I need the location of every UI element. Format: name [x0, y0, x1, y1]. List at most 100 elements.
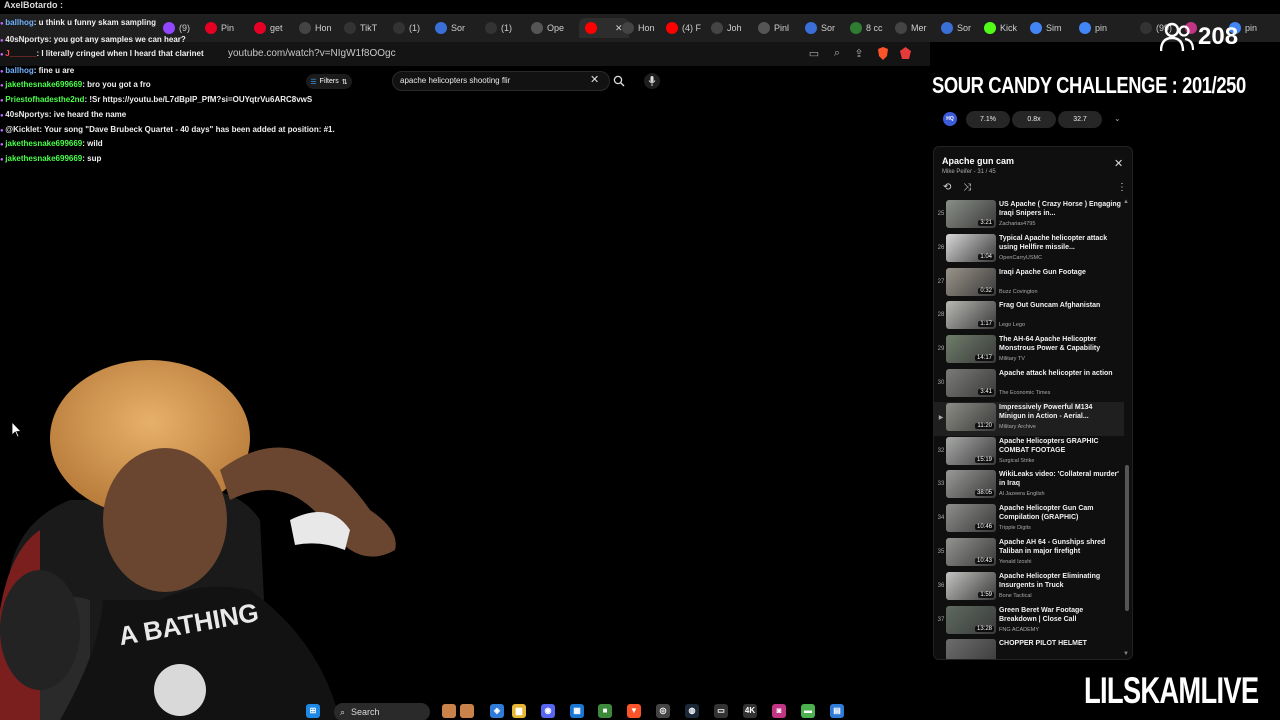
more-options-icon[interactable]: ⋮ — [1117, 182, 1127, 193]
video-thumbnail[interactable]: 1:04 — [946, 233, 996, 262]
playlist-item[interactable]: 36 1:59 Apache Helicopter Eliminating Insu… — [934, 571, 1124, 605]
video-thumbnail[interactable]: 14:17 — [946, 335, 996, 364]
browser-tab[interactable]: Sor — [941, 18, 971, 38]
video-channel[interactable]: FNG ACADEMY — [999, 627, 1039, 633]
playlist-item[interactable]: 30 3:41 Apache attack helicopter in action… — [934, 368, 1124, 402]
brave-icon[interactable]: ▼ — [627, 704, 641, 718]
brave-shield-icon[interactable] — [876, 47, 890, 61]
minecraft-icon[interactable]: ■ — [598, 704, 612, 718]
video-thumbnail[interactable]: 38:05 — [946, 470, 996, 499]
playlist-item[interactable]: CHOPPER PILOT HELMET — [934, 638, 1124, 659]
obs-icon[interactable]: ◎ — [656, 704, 670, 718]
playlist-item[interactable]: 35 10:43 Apache AH 64 - Gunships shred Tal… — [934, 537, 1124, 571]
video-thumbnail[interactable]: 3:41 — [946, 369, 996, 397]
video-channel[interactable]: Zacharias4795 — [999, 221, 1035, 227]
scroll-down-icon[interactable]: ▼ — [1123, 651, 1129, 657]
video-channel[interactable]: OpenCarryUSMC — [999, 255, 1042, 261]
browser-tab[interactable]: Hon — [299, 18, 332, 38]
browser-tab[interactable]: TikT — [344, 18, 377, 38]
rewards-icon[interactable] — [898, 47, 912, 61]
playlist-item[interactable]: 28 1:17 Frag Out Guncam Afghanistan Lego Le… — [934, 300, 1124, 334]
app-icon-2[interactable]: ▬ — [801, 704, 815, 718]
playlist-item[interactable]: 32 15:19 Apache Helicopters GRAPHIC COMBAT… — [934, 436, 1124, 470]
browser-tab[interactable]: Sor — [805, 18, 835, 38]
playlist-item[interactable]: ▶ 11:20 Impressively Powerful M134 Minigun… — [934, 401, 1124, 436]
playlist-scrollbar[interactable] — [1125, 465, 1129, 611]
video-title[interactable]: CHOPPER PILOT HELMET — [999, 639, 1121, 648]
microphone-icon[interactable] — [644, 73, 660, 89]
browser-tab[interactable]: get — [254, 18, 283, 38]
video-title[interactable]: Apache Helicopter Eliminating Insurgents… — [999, 572, 1121, 590]
video-title[interactable]: The AH-64 Apache Helicopter Monstrous Po… — [999, 335, 1121, 353]
copilot-icon[interactable]: ◈ — [490, 704, 504, 718]
browser-tab[interactable]: Hon — [622, 18, 655, 38]
discord-icon[interactable]: ◉ — [541, 704, 555, 718]
video-title[interactable]: Frag Out Guncam Afghanistan — [999, 301, 1121, 310]
browser-tab[interactable]: Joh — [711, 18, 742, 38]
playlist-item[interactable]: 34 10:46 Apache Helicopter Gun Cam Compila… — [934, 503, 1124, 537]
browser-tab[interactable]: (1) — [393, 18, 420, 38]
playlist-item[interactable]: 29 14:17 The AH-64 Apache Helicopter Monst… — [934, 334, 1124, 368]
playlist-item[interactable]: 37 13:28 Green Beret War Footage Breakdown… — [934, 605, 1124, 639]
loop-icon[interactable]: ⟲ — [943, 182, 951, 193]
windows-start-icon[interactable]: ⊞ — [306, 704, 320, 718]
video-thumbnail[interactable]: 3:21 — [946, 200, 996, 228]
video-channel[interactable]: The Economic Times — [999, 390, 1050, 396]
playlist-item[interactable]: 33 38:05 WikiLeaks video: 'Collateral murd… — [934, 469, 1124, 503]
video-channel[interactable]: Bone Tactical — [999, 593, 1032, 599]
browser-tab[interactable]: 8 cc — [850, 18, 883, 38]
instagram-icon[interactable]: ◙ — [772, 704, 786, 718]
store-icon[interactable]: ▦ — [570, 704, 584, 718]
clear-search-icon[interactable]: ✕ — [590, 73, 599, 86]
playlist-item[interactable]: 25 3:21 US Apache ( Crazy Horse ) Engaging… — [934, 199, 1124, 233]
video-title[interactable]: Typical Apache helicopter attack using H… — [999, 234, 1121, 252]
video-thumbnail[interactable]: 1:59 — [946, 571, 996, 600]
video-channel[interactable]: Buzz Covington — [999, 289, 1038, 295]
video-title[interactable]: Impressively Powerful M134 Minigun in Ac… — [999, 403, 1121, 421]
video-title[interactable]: Apache Helicopters GRAPHIC COMBAT FOOTAG… — [999, 437, 1121, 455]
video-thumbnail[interactable]: 1:17 — [946, 301, 996, 330]
video-thumbnail[interactable]: 10:43 — [946, 538, 996, 566]
widget-icon[interactable] — [442, 704, 456, 718]
browser-tab[interactable]: Mer — [895, 18, 927, 38]
video-thumbnail[interactable]: 15:19 — [946, 436, 996, 465]
share-icon[interactable]: ⇪ — [852, 47, 866, 61]
filters-button[interactable]: ☰ Filters ⇅ — [306, 74, 352, 89]
browser-tab[interactable]: Sim — [1030, 18, 1062, 38]
video-title[interactable]: Green Beret War Footage Breakdown | Clos… — [999, 606, 1121, 624]
playlist-item[interactable]: 27 0:32 Iraqi Apache Gun Footage Buzz Covin… — [934, 267, 1124, 301]
zoom-icon[interactable]: ⌕ — [830, 47, 844, 61]
video-channel[interactable]: Al Jazeera English — [999, 491, 1045, 497]
video-title[interactable]: Apache attack helicopter in action — [999, 369, 1121, 378]
app-icon[interactable]: ▭ — [714, 704, 728, 718]
video-title[interactable]: US Apache ( Crazy Horse ) Engaging Iraqi… — [999, 200, 1121, 218]
reader-mode-icon[interactable]: ▭ — [807, 47, 821, 61]
4k-icon[interactable]: 4K — [743, 704, 757, 718]
video-title[interactable]: Iraqi Apache Gun Footage — [999, 268, 1121, 277]
close-icon[interactable]: ✕ — [1114, 157, 1123, 170]
video-title[interactable]: WikiLeaks video: 'Collateral murder' in … — [999, 470, 1121, 488]
browser-tab[interactable]: (1) — [485, 18, 512, 38]
video-channel[interactable]: Surgical Strike — [999, 458, 1034, 464]
browser-tab[interactable]: Ope — [531, 18, 564, 38]
scroll-up-icon[interactable]: ▲ — [1123, 199, 1129, 205]
browser-tab[interactable]: Pin — [205, 18, 234, 38]
browser-tab[interactable]: (4) F — [666, 18, 701, 38]
file-explorer-icon[interactable]: ▆ — [512, 704, 526, 718]
video-thumbnail[interactable] — [946, 639, 996, 659]
browser-tab[interactable]: pin — [1079, 18, 1107, 38]
video-thumbnail[interactable]: 0:32 — [946, 267, 996, 296]
chevron-down-icon[interactable]: ⌄ — [1114, 114, 1121, 123]
steam-icon[interactable]: ◍ — [685, 704, 699, 718]
browser-tab[interactable]: Pinl — [758, 18, 789, 38]
search-icon[interactable] — [613, 74, 625, 87]
video-title[interactable]: Apache AH 64 - Gunships shred Taliban in… — [999, 538, 1121, 556]
playlist-title[interactable]: Apache gun cam — [942, 156, 1014, 166]
address-bar-url[interactable]: youtube.com/watch?v=NIgW1f8OOgc — [228, 48, 396, 59]
video-thumbnail[interactable]: 10:46 — [946, 504, 996, 533]
video-thumbnail[interactable]: 11:20 — [946, 402, 996, 431]
notepad-icon[interactable]: ▤ — [830, 704, 844, 718]
extension-logo-icon[interactable]: HQ — [943, 112, 957, 126]
widget-icon-2[interactable] — [460, 704, 474, 718]
video-title[interactable]: Apache Helicopter Gun Cam Compilation (G… — [999, 504, 1121, 522]
